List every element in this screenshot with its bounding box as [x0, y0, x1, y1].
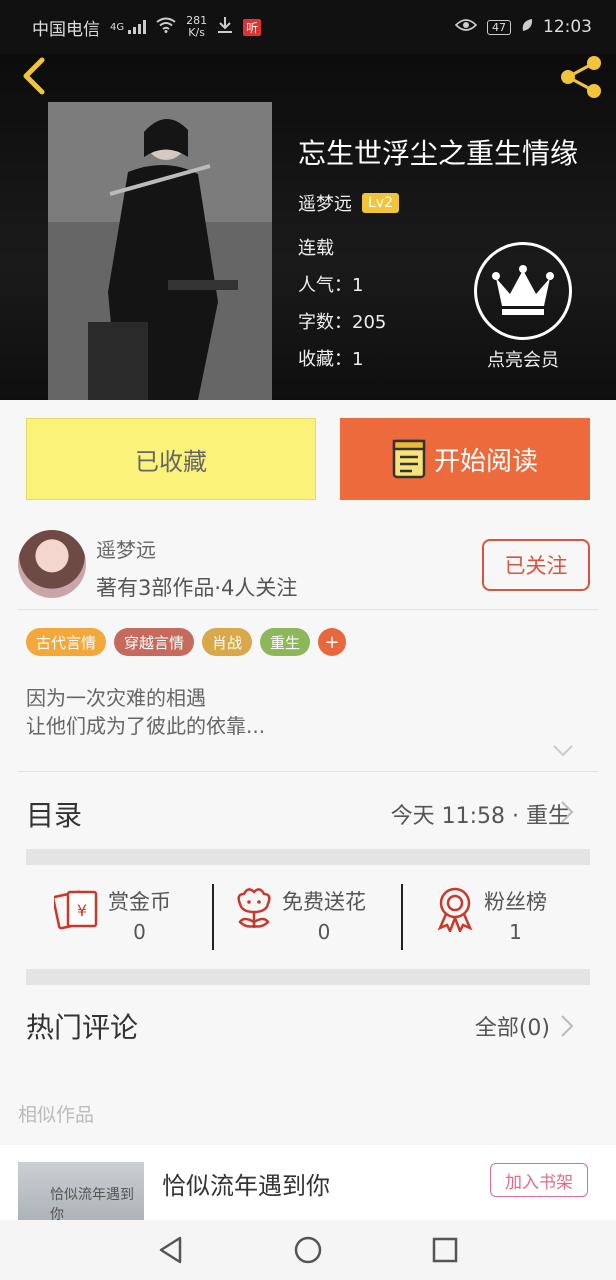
book-popularity: 人气：1 — [298, 275, 364, 296]
net-speed: 281 K/s — [186, 14, 208, 39]
similar-work-cover[interactable]: 恰似流年遇到你 — [18, 1162, 144, 1228]
tag-item[interactable]: 重生 — [260, 628, 311, 656]
book-icon — [392, 439, 426, 479]
nav-back-icon[interactable] — [158, 1236, 184, 1264]
reward-count: 0 — [133, 920, 146, 944]
similar-works-title: 相似作品 — [18, 1104, 95, 1126]
book-word-count: 字数：205 — [298, 312, 387, 333]
share-button[interactable] — [556, 54, 606, 100]
book-status: 连载 — [298, 238, 334, 259]
author-avatar[interactable] — [18, 530, 86, 598]
crown-icon — [474, 242, 572, 340]
battery-indicator: 47 — [487, 19, 511, 35]
network-type: 4G — [110, 21, 125, 33]
reward-label: 赏金币 — [108, 890, 171, 914]
author-name[interactable]: 遥梦远 — [96, 534, 156, 563]
listen-badge: 听 — [243, 18, 262, 36]
book-author[interactable]: 遥梦远 — [298, 190, 352, 216]
divider — [212, 884, 214, 950]
chevron-down-icon[interactable] — [552, 744, 574, 758]
red-envelope-icon: ¥ — [54, 890, 98, 930]
svg-text:¥: ¥ — [77, 901, 87, 920]
flower-icon — [237, 888, 271, 928]
vip-button[interactable]: 点亮会员 — [474, 242, 572, 372]
tag-item[interactable]: 古代言情 — [26, 628, 107, 656]
book-favorites: 收藏：1 — [298, 349, 364, 370]
wifi-icon — [156, 17, 176, 38]
reward-coins-button[interactable]: ¥ 赏金币 0 — [54, 886, 171, 944]
book-cover[interactable] — [48, 102, 272, 400]
status-bar: 中国电信 4G 281 K/s 听 47 12:03 — [0, 0, 616, 54]
clock: 12:03 — [543, 17, 592, 37]
nav-home-icon[interactable] — [294, 1236, 322, 1264]
tag-item[interactable]: 穿越言情 — [114, 628, 195, 656]
cover-figure-image — [48, 102, 272, 400]
book-title: 忘生世浮尘之重生情缘 — [298, 137, 579, 170]
medal-icon — [437, 887, 473, 932]
flower-count: 0 — [317, 920, 331, 944]
divider — [401, 884, 403, 950]
tag-list: 古代言情 穿越言情 肖战 重生 + — [26, 628, 347, 656]
download-icon — [217, 16, 233, 39]
hot-comments-title: 热门评论 — [26, 1011, 139, 1044]
eye-icon — [454, 17, 478, 37]
fans-count: 1 — [509, 920, 522, 944]
similar-cover-text: 恰似流年遇到你 — [50, 1187, 134, 1223]
synopsis-line: 因为一次灾难的相遇 — [26, 686, 206, 710]
chevron-right-icon — [561, 801, 574, 823]
fan-ranking-button[interactable]: 粉丝榜 1 — [434, 886, 547, 944]
start-reading-button[interactable]: 开始阅读 — [340, 418, 590, 500]
leaf-icon — [521, 17, 533, 37]
tag-item[interactable]: 肖战 — [202, 628, 253, 656]
synopsis-line: 让他们成为了彼此的依靠... — [26, 714, 266, 738]
fans-label: 粉丝榜 — [484, 890, 547, 914]
nav-recent-apps-icon[interactable] — [432, 1237, 458, 1263]
divider — [18, 771, 598, 772]
add-tag-button[interactable]: + — [318, 628, 347, 656]
send-flower-button[interactable]: 免费送花 0 — [234, 886, 366, 944]
start-reading-label: 开始阅读 — [433, 446, 538, 477]
synopsis[interactable]: 因为一次灾难的相遇 让他们成为了彼此的依靠... — [26, 684, 265, 740]
author-stats: 著有3部作品·4人关注 — [96, 576, 298, 600]
collected-button[interactable]: 已收藏 — [26, 418, 316, 500]
vip-label: 点亮会员 — [487, 350, 559, 371]
all-comments-link[interactable]: 全部(0) — [475, 1010, 550, 1042]
add-to-shelf-button[interactable]: 加入书架 — [490, 1163, 588, 1197]
catalog-latest-chapter[interactable]: 今天 11:58 · 重生 — [391, 798, 570, 830]
section-separator — [26, 849, 590, 865]
book-header: 忘生世浮尘之重生情缘 遥梦远 Lv2 连载 人气：1 字数：205 收藏：1 点… — [0, 54, 616, 400]
section-separator — [26, 969, 590, 985]
catalog-title[interactable]: 目录 — [26, 794, 82, 834]
back-button[interactable] — [14, 56, 54, 96]
follow-button[interactable]: 已关注 — [482, 539, 590, 591]
carrier-label: 中国电信 — [32, 19, 100, 40]
similar-work-title[interactable]: 恰似流年遇到你 — [162, 1166, 330, 1201]
signal-icon — [128, 20, 147, 34]
flower-label: 免费送花 — [282, 890, 366, 914]
divider — [18, 609, 598, 610]
share-icon — [561, 56, 601, 98]
chevron-right-icon — [561, 1015, 574, 1037]
chevron-left-icon — [23, 57, 45, 95]
author-level-badge: Lv2 — [362, 193, 399, 213]
